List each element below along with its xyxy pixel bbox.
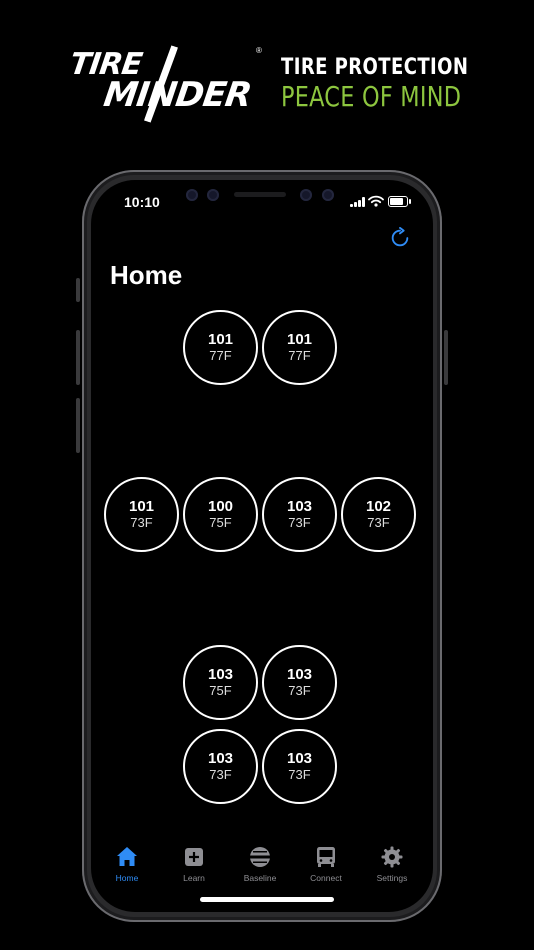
gear-icon <box>381 846 403 868</box>
registered-mark: ® <box>256 46 262 55</box>
tire-temperature: 73F <box>288 767 311 782</box>
tire-temperature: 73F <box>288 683 311 698</box>
home-indicator[interactable] <box>200 897 334 902</box>
tire-icon <box>249 847 271 867</box>
bus-icon <box>317 847 335 867</box>
tire-pressure: 103 <box>207 750 234 767</box>
volume-down-button <box>76 398 80 453</box>
tire-front-left[interactable]: 101 77F <box>183 310 258 385</box>
sensor-icon <box>300 189 312 201</box>
house-icon <box>117 847 137 866</box>
tab-home[interactable]: Home <box>97 842 157 886</box>
tire-pressure: 102 <box>365 498 392 515</box>
tab-settings[interactable]: Settings <box>362 842 422 886</box>
camera-icon <box>186 189 198 201</box>
tire-front-right[interactable]: 101 77F <box>262 310 337 385</box>
tire-middle-outer-left[interactable]: 101 73F <box>104 477 179 552</box>
tire-temperature: 73F <box>288 515 311 530</box>
tire-pressure: 101 <box>128 498 155 515</box>
battery-icon <box>388 196 411 207</box>
tab-label: Baseline <box>243 873 277 883</box>
tab-label: Connect <box>310 873 342 883</box>
silent-switch <box>76 278 80 302</box>
tagline-tire-protection: TIRE PROTECTION <box>281 55 469 80</box>
tire-pressure: 101 <box>207 331 234 348</box>
tire-middle-inner-right[interactable]: 103 73F <box>262 477 337 552</box>
tire-temperature: 75F <box>209 515 232 530</box>
tab-label: Settings <box>376 873 408 883</box>
page-title: Home <box>110 260 183 290</box>
tire-pressure: 103 <box>286 750 313 767</box>
tire-pressure: 103 <box>207 666 234 683</box>
camera-icon <box>322 189 334 201</box>
tire-middle-outer-right[interactable]: 102 73F <box>341 477 416 552</box>
volume-up-button <box>76 330 80 385</box>
tire-pressure: 101 <box>286 331 313 348</box>
tab-connect[interactable]: Connect <box>296 842 356 886</box>
power-button <box>444 330 448 385</box>
tire-rear2-right[interactable]: 103 73F <box>262 729 337 804</box>
tire-rear2-left[interactable]: 103 73F <box>183 729 258 804</box>
tagline-peace-of-mind: PEACE OF MIND <box>281 80 462 113</box>
wifi-icon <box>368 195 384 207</box>
tire-pressure: 103 <box>286 666 313 683</box>
tire-temperature: 77F <box>288 348 311 363</box>
tab-label: Home <box>115 873 139 883</box>
tireminder-logo: TIRE MINDER ® <box>68 44 262 124</box>
tire-rear1-left[interactable]: 103 75F <box>183 645 258 720</box>
tire-temperature: 75F <box>209 683 232 698</box>
tire-temperature: 77F <box>209 348 232 363</box>
tab-label: Learn <box>183 873 205 883</box>
logo-word-bottom: MINDER <box>101 75 254 115</box>
cellular-signal-icon <box>350 197 366 207</box>
tire-middle-inner-left[interactable]: 100 75F <box>183 477 258 552</box>
tire-temperature: 73F <box>130 515 153 530</box>
tire-temperature: 73F <box>209 767 232 782</box>
tire-pressure: 100 <box>207 498 234 515</box>
refresh-icon[interactable] <box>389 227 411 249</box>
tab-baseline[interactable]: Baseline <box>230 842 290 886</box>
status-time: 10:10 <box>124 194 160 210</box>
sensor-icon <box>207 189 219 201</box>
plus-square-icon <box>185 848 203 866</box>
speaker-grille <box>234 192 286 197</box>
tire-pressure: 103 <box>286 498 313 515</box>
tab-bar: Home Learn Baseline Connect Settings <box>91 842 433 886</box>
tire-rear1-right[interactable]: 103 73F <box>262 645 337 720</box>
tire-temperature: 73F <box>367 515 390 530</box>
tab-learn[interactable]: Learn <box>164 842 224 886</box>
